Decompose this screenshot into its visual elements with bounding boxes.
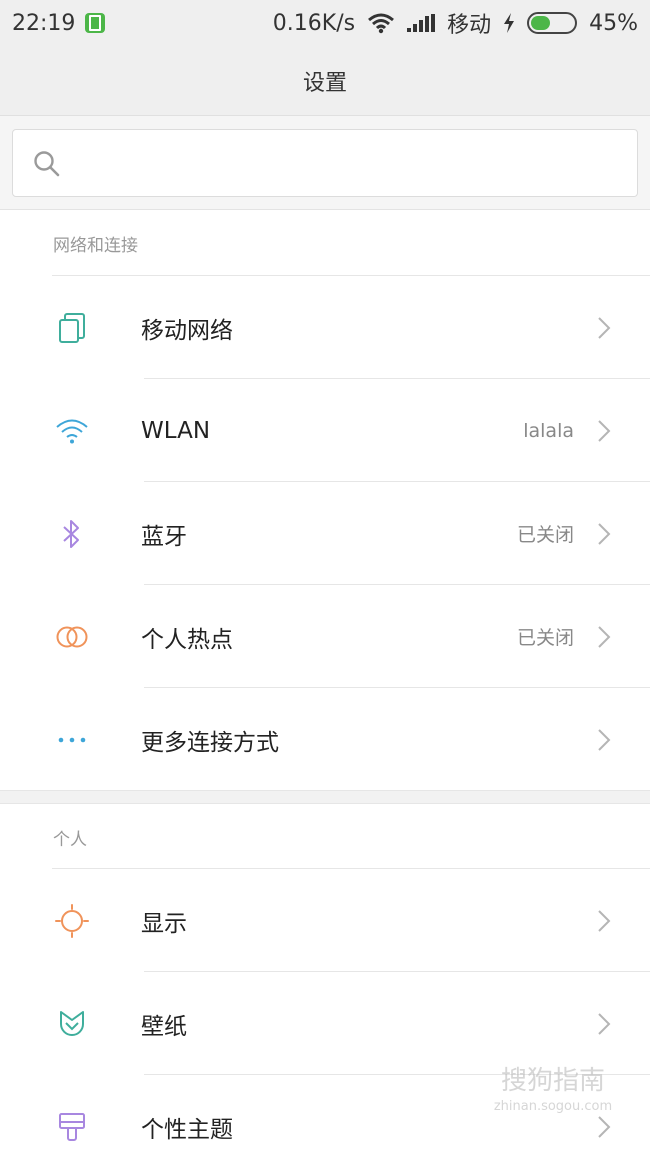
- settings-item-mobile-network[interactable]: 移动网络: [0, 276, 650, 379]
- chevron-right-icon: [598, 522, 611, 545]
- section-header-network: 网络和连接: [0, 210, 650, 276]
- settings-item-more-connections[interactable]: 更多连接方式: [0, 688, 650, 791]
- chevron-right-icon: [598, 1012, 611, 1035]
- bluetooth-icon: [52, 514, 92, 554]
- item-label: 更多连接方式: [141, 729, 279, 756]
- item-label: 壁纸: [141, 1013, 187, 1040]
- settings-item-hotspot[interactable]: 个人热点 已关闭: [0, 585, 650, 688]
- item-label: 蓝牙: [141, 523, 187, 550]
- search-input[interactable]: [12, 129, 638, 197]
- search-area: [0, 116, 650, 210]
- chevron-right-icon: [598, 419, 611, 442]
- section-separator: [0, 790, 650, 804]
- item-label: 个人热点: [141, 626, 233, 653]
- item-label: 个性主题: [141, 1116, 233, 1143]
- charging-bolt-icon: [504, 13, 515, 33]
- carrier-name: 移动: [447, 13, 492, 38]
- battery-icon: [527, 12, 578, 34]
- item-label: 移动网络: [141, 317, 233, 344]
- settings-item-bluetooth[interactable]: 蓝牙 已关闭: [0, 482, 650, 585]
- section-title: 网络和连接: [53, 235, 138, 256]
- page-title-bar: 设置: [0, 46, 650, 116]
- sim-card-icon: [52, 308, 92, 348]
- section-header-personal: 个人: [0, 804, 650, 870]
- settings-item-wallpaper[interactable]: 壁纸: [0, 972, 650, 1075]
- section-title: 个人: [53, 829, 87, 850]
- status-bar: 22:19 0.16K/s 移动 45%: [0, 0, 650, 46]
- chevron-right-icon: [598, 1115, 611, 1138]
- item-value: 已关闭: [516, 524, 574, 546]
- item-value: 已关闭: [516, 627, 574, 649]
- chevron-right-icon: [598, 625, 611, 648]
- notification-icon: [85, 13, 106, 33]
- wifi-icon: [52, 411, 92, 451]
- settings-item-wlan[interactable]: WLAN lalala: [0, 379, 650, 482]
- chevron-right-icon: [598, 728, 611, 751]
- search-icon: [34, 151, 60, 177]
- theme-brush-icon: [52, 1107, 92, 1147]
- more-dots-icon: [52, 720, 92, 760]
- item-label: WLAN: [141, 417, 211, 444]
- settings-item-display[interactable]: 显示: [0, 869, 650, 972]
- item-value: lalala: [523, 419, 574, 442]
- item-label: 显示: [141, 910, 187, 937]
- chevron-right-icon: [598, 316, 611, 339]
- wallpaper-tulip-icon: [52, 1004, 92, 1044]
- network-speed: 0.16K/s: [272, 10, 356, 36]
- status-time: 22:19: [12, 10, 76, 36]
- hotspot-icon: [52, 617, 92, 657]
- sun-icon: [52, 901, 92, 941]
- page-title: 设置: [302, 70, 347, 96]
- settings-item-themes[interactable]: 个性主题: [0, 1075, 650, 1155]
- signal-strength-icon: [407, 14, 436, 32]
- chevron-right-icon: [598, 909, 611, 932]
- wifi-status-icon: [368, 13, 395, 34]
- battery-percent: 45%: [589, 10, 638, 36]
